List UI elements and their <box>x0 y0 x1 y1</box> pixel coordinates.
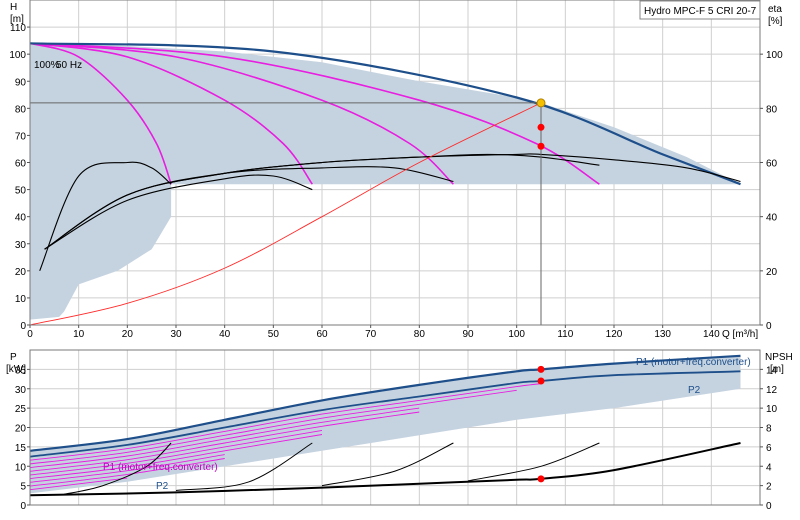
npsh-tick-label: 2 <box>766 482 772 493</box>
eta-tick-label: 40 <box>766 213 778 224</box>
head-tick-label: 80 <box>15 104 27 115</box>
pump-performance-chart: 0 10 20 30 40 50 60 70 80 90 100 110 120 130 140010203… <box>6 0 793 512</box>
power-tick-label: 10 <box>15 462 27 473</box>
flow-tick-label: 120 <box>606 329 623 340</box>
eta-axis-unit: [%] <box>768 16 783 27</box>
power-tick-label: 0 <box>20 501 26 512</box>
head-tick-label: 60 <box>15 159 27 170</box>
efficiency-marker <box>537 142 545 150</box>
power-tick-label: 15 <box>15 443 27 454</box>
chart-title: Hydro MPC-F 5 CRI 20-7 <box>644 6 757 17</box>
flow-tick-label: 110 <box>557 329 573 340</box>
flow-tick-label: 20 <box>122 329 134 340</box>
flow-tick-label: 100 <box>508 329 525 340</box>
p2-curve-label: P2 <box>688 385 701 396</box>
head-tick-label: 40 <box>15 213 27 224</box>
flow-tick-label: 60 <box>316 329 328 340</box>
npsh-axis-unit: [m] <box>770 364 784 375</box>
eta-tick-label: 80 <box>766 104 778 115</box>
npsh-tick-label: 4 <box>766 462 772 473</box>
flow-tick-label: 10 <box>73 329 85 340</box>
flow-tick-label: 30 <box>170 329 182 340</box>
power-npsh-plot: 0510152025303502468101214 P [kW] NPSH [m… <box>6 349 793 512</box>
flow-tick-label: 0 <box>27 329 33 340</box>
eta-tick-label: 100 <box>766 50 783 61</box>
head-tick-label: 100 <box>9 50 26 61</box>
efficiency-marker <box>537 123 545 131</box>
frequency-label: 50 Hz <box>56 60 82 71</box>
eta-tick-label: 60 <box>766 159 778 170</box>
power-marker <box>537 377 545 385</box>
head-plot: 0 10 20 30 40 50 60 70 80 90 100 110 120 130 140 0 10 20 3… <box>9 0 783 340</box>
head-tick-label: 0 <box>20 321 26 332</box>
npsh-tick-label: 10 <box>766 404 778 415</box>
power-tick-label: 5 <box>20 482 26 493</box>
flow-tick-label: 70 <box>365 329 377 340</box>
npsh-marker <box>537 475 545 483</box>
p1-single-pump-label: P1 (motor+freq.converter) <box>103 462 218 473</box>
flow-tick-label: 90 <box>462 329 474 340</box>
flow-tick-label: 40 <box>219 329 231 340</box>
power-tick-label: 20 <box>15 424 27 435</box>
head-tick-label: 90 <box>15 77 27 88</box>
head-axis-label: H <box>10 2 17 13</box>
flow-tick-label: 140 <box>703 329 720 340</box>
flow-tick-label: 50 <box>268 329 280 340</box>
power-axis-unit: [kW] <box>6 364 26 375</box>
flow-tick-label: 80 <box>414 329 426 340</box>
head-tick-label: 50 <box>15 186 27 197</box>
npsh-tick-label: 6 <box>766 443 772 454</box>
eta-axis-label: eta <box>768 4 782 15</box>
head-tick-label: 30 <box>15 240 27 251</box>
npsh-axis-label: NPSH <box>765 352 793 363</box>
npsh-tick-label: 0 <box>766 501 772 512</box>
head-tick-label: 10 <box>15 294 27 305</box>
head-axis-unit: [m] <box>10 14 24 25</box>
power-tick-label: 30 <box>15 385 27 396</box>
power-tick-label: 25 <box>15 404 27 415</box>
p1-curve-label: P1 (motor+freq.converter) <box>636 357 751 368</box>
power-marker <box>537 365 545 373</box>
head-tick-label: 20 <box>15 267 27 278</box>
flow-axis-label: Q [m³/h] <box>722 329 758 340</box>
eta-tick-label: 20 <box>766 267 778 278</box>
npsh-tick-label: 12 <box>766 385 778 396</box>
flow-tick-label: 130 <box>654 329 671 340</box>
p2-single-pump-label: P2 <box>156 481 169 492</box>
power-axis-label: P <box>10 352 17 363</box>
duty-point-marker <box>536 98 546 108</box>
npsh-tick-label: 8 <box>766 424 772 435</box>
head-tick-label: 70 <box>15 131 27 142</box>
eta-tick-label: 0 <box>766 321 772 332</box>
